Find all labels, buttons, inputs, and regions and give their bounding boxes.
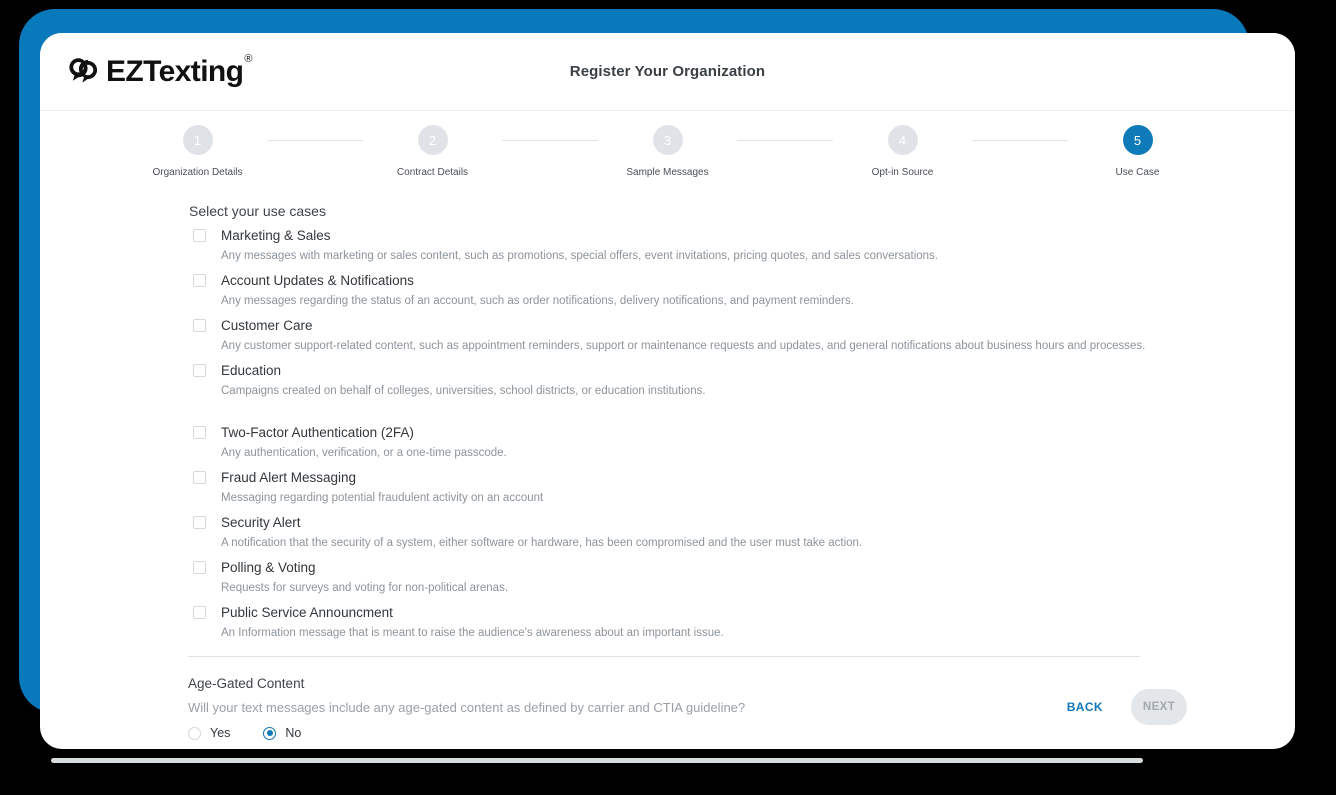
use-case-description: An Information message that is meant to … (221, 627, 724, 639)
use-case-title: Public Service Announcment (221, 605, 393, 620)
use-case-item-customer-care[interactable]: Customer Care Any customer support-relat… (189, 317, 1194, 355)
age-gated-radio-group: Yes No (188, 726, 1295, 740)
step-4-opt-in-source[interactable]: 4 Opt-in Source (838, 125, 968, 178)
use-case-item-polling-voting[interactable]: Polling & Voting Requests for surveys an… (189, 559, 1194, 597)
use-case-description: Messaging regarding potential fraudulent… (221, 492, 544, 504)
use-case-title: Customer Care (221, 318, 313, 333)
step-connector-3 (737, 140, 833, 141)
progress-stepper: 1 Organization Details 2 Contract Detail… (133, 111, 1203, 197)
step-2-contract-details[interactable]: 2 Contract Details (368, 125, 498, 178)
use-case-description: Campaigns created on behalf of colleges,… (221, 385, 706, 397)
card-header: EZTexting ® Register Your Organization (40, 33, 1295, 111)
radio-mark-no[interactable] (263, 726, 277, 740)
use-case-item-marketing-sales[interactable]: Marketing & Sales Any messages with mark… (189, 227, 1194, 265)
back-button[interactable]: BACK (1061, 699, 1109, 715)
step-3-label: Sample Messages (626, 167, 709, 178)
checkbox-marketing-sales[interactable] (193, 229, 206, 242)
step-1-label: Organization Details (152, 167, 243, 178)
checkbox-account-updates[interactable] (193, 274, 206, 287)
checkbox-public-service-announcement[interactable] (193, 606, 206, 619)
use-case-title: Education (221, 363, 282, 378)
use-case-description: Any messages with marketing or sales con… (221, 250, 938, 262)
step-connector-1 (267, 140, 363, 141)
step-4-number: 4 (887, 125, 918, 155)
use-case-title: Marketing & Sales (221, 228, 331, 243)
radio-option-no[interactable]: No (263, 726, 301, 740)
use-case-title: Fraud Alert Messaging (221, 470, 357, 485)
next-button[interactable]: NEXT (1131, 689, 1187, 725)
use-case-item-public-service-announcement[interactable]: Public Service Announcment An Informatio… (189, 604, 1194, 642)
use-case-title: Polling & Voting (221, 560, 316, 575)
step-3-sample-messages[interactable]: 3 Sample Messages (603, 125, 733, 178)
use-case-description: Requests for surveys and voting for non-… (221, 582, 509, 594)
use-case-title: Account Updates & Notifications (221, 273, 414, 288)
checkbox-education[interactable] (193, 364, 206, 377)
use-case-list: Marketing & Sales Any messages with mark… (189, 227, 1194, 642)
radio-option-yes[interactable]: Yes (188, 726, 230, 740)
checkbox-two-factor-authentication[interactable] (193, 426, 206, 439)
use-case-title: Two-Factor Authentication (2FA) (221, 425, 414, 440)
use-case-description: Any messages regarding the status of an … (221, 295, 854, 307)
step-2-label: Contract Details (396, 167, 469, 178)
step-1-number: 1 (182, 125, 213, 155)
step-connector-4 (972, 140, 1068, 141)
step-5-label: Use Case (1115, 167, 1160, 178)
horizontal-scrollbar[interactable] (51, 758, 1143, 763)
step-2-number: 2 (417, 125, 448, 155)
checkbox-customer-care[interactable] (193, 319, 206, 332)
step-5-use-case[interactable]: 5 Use Case (1073, 125, 1203, 178)
screen: EZTexting ® Register Your Organization 1… (0, 0, 1336, 795)
radio-mark-yes[interactable] (188, 726, 201, 740)
radio-label-no: No (285, 726, 302, 740)
use-case-form: Select your use cases Marketing & Sales … (40, 203, 1295, 740)
use-case-item-fraud-alert-messaging[interactable]: Fraud Alert Messaging Messaging regardin… (189, 469, 1194, 507)
checkbox-polling-voting[interactable] (193, 561, 206, 574)
checkbox-security-alert[interactable] (193, 516, 206, 529)
step-connector-2 (502, 140, 598, 141)
section-title: Select your use cases (189, 203, 326, 219)
page-title: Register Your Organization (569, 63, 766, 80)
radio-label-yes: Yes (210, 726, 231, 740)
section-divider (188, 656, 1140, 657)
use-case-description: Any authentication, verification, or a o… (221, 447, 507, 459)
step-row: 1 Organization Details 2 Contract Detail… (133, 125, 1203, 178)
step-3-number: 3 (652, 125, 683, 155)
use-case-item-two-factor-authentication[interactable]: Two-Factor Authentication (2FA) Any auth… (189, 424, 1194, 462)
footer-actions: BACK NEXT (1061, 689, 1187, 725)
step-1-organization-details[interactable]: 1 Organization Details (133, 125, 263, 178)
step-5-number: 5 (1122, 125, 1153, 155)
use-case-item-education[interactable]: Education Campaigns created on behalf of… (189, 362, 1194, 400)
step-4-label: Opt-in Source (871, 167, 934, 178)
checkbox-fraud-alert-messaging[interactable] (193, 471, 206, 484)
use-case-item-account-updates[interactable]: Account Updates & Notifications Any mess… (189, 272, 1194, 310)
use-case-item-security-alert[interactable]: Security Alert A notification that the s… (189, 514, 1194, 552)
use-case-description: A notification that the security of a sy… (221, 537, 863, 549)
use-case-title: Security Alert (221, 515, 301, 530)
registration-card: EZTexting ® Register Your Organization 1… (40, 33, 1295, 749)
use-case-description: Any customer support-related content, su… (221, 340, 1146, 352)
